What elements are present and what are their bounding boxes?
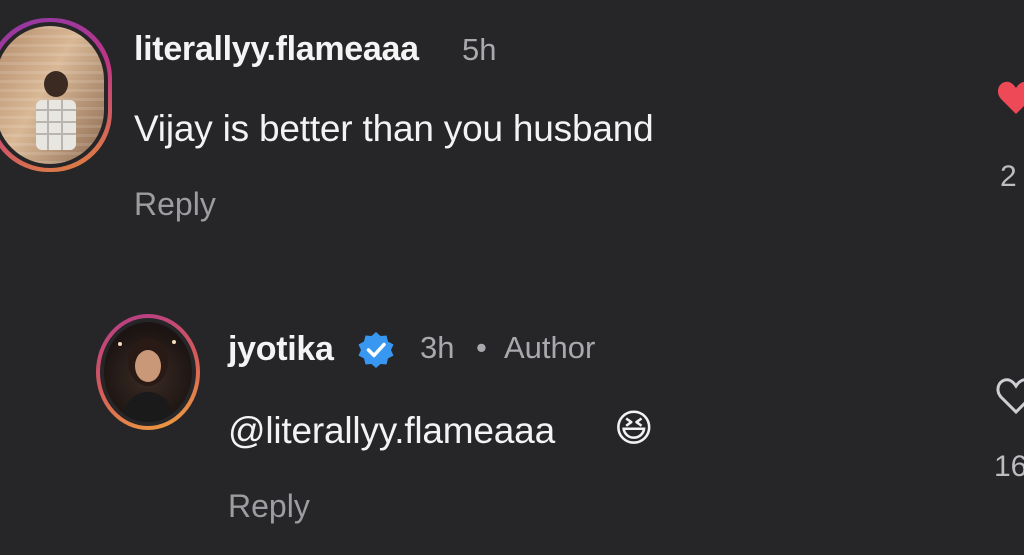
comment-mention[interactable]: @literallyy.flameaaa — [228, 410, 555, 452]
laughing-emoji: 😆 — [614, 406, 654, 450]
avatar-photo — [0, 22, 108, 168]
comment-timestamp: 5h — [462, 32, 497, 67]
avatar[interactable] — [96, 314, 200, 430]
reply-button[interactable]: Reply — [134, 186, 216, 223]
like-count: 2 — [1000, 160, 1017, 193]
heart-outline-icon[interactable] — [996, 376, 1024, 416]
meta-separator: • — [476, 330, 487, 365]
comment-thread: literallyy.flameaaa 5h Vijay is better t… — [0, 0, 1024, 555]
avatar[interactable] — [0, 18, 112, 172]
verified-badge-icon — [358, 332, 394, 368]
avatar-photo — [100, 318, 196, 426]
heart-filled-icon[interactable] — [996, 78, 1024, 118]
comment-username[interactable]: literallyy.flameaaa — [134, 30, 419, 69]
person-photo-icon — [36, 71, 76, 150]
like-count: 16 — [994, 450, 1024, 483]
reply-button[interactable]: Reply — [228, 488, 310, 525]
person-photo-icon — [118, 338, 176, 422]
author-badge: Author — [504, 330, 596, 365]
comment-username[interactable]: jyotika — [228, 330, 334, 369]
comment-text: Vijay is better than you husband — [134, 108, 654, 149]
comment-timestamp: 3h — [420, 330, 455, 365]
